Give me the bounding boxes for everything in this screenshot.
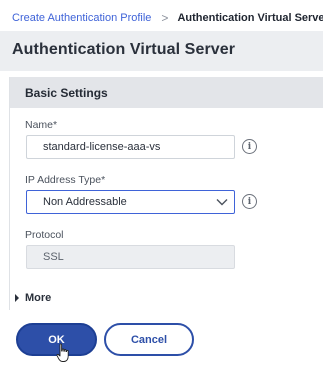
chevron-down-icon bbox=[215, 195, 229, 209]
basic-settings-panel: Basic Settings Name* i IP Address Type* … bbox=[9, 77, 323, 310]
more-label: More bbox=[25, 292, 52, 304]
name-input[interactable] bbox=[26, 135, 235, 159]
cancel-button[interactable]: Cancel bbox=[104, 323, 194, 356]
hand-cursor-icon bbox=[56, 343, 69, 362]
info-icon[interactable]: i bbox=[242, 194, 257, 209]
page-title: Authentication Virtual Server bbox=[12, 41, 236, 58]
breadcrumb-link-create-authentication-profile[interactable]: Create Authentication Profile bbox=[12, 12, 151, 24]
protocol-label: Protocol bbox=[25, 229, 64, 241]
breadcrumb: Create Authentication Profile > Authenti… bbox=[12, 10, 323, 26]
protocol-value: SSL bbox=[43, 251, 64, 263]
ip-address-type-select[interactable]: Non Addressable bbox=[26, 190, 235, 214]
protocol-field: SSL bbox=[26, 245, 235, 269]
basic-settings-header: Basic Settings bbox=[10, 77, 323, 108]
name-label: Name* bbox=[25, 119, 58, 131]
ip-address-type-label: IP Address Type* bbox=[25, 174, 106, 186]
breadcrumb-separator: > bbox=[161, 11, 169, 25]
more-toggle[interactable]: More bbox=[15, 291, 51, 305]
breadcrumb-current: Authentication Virtual Server bbox=[177, 12, 323, 24]
triangle-right-icon bbox=[15, 294, 19, 302]
page-header: Authentication Virtual Server bbox=[0, 31, 323, 71]
info-icon[interactable]: i bbox=[242, 139, 257, 154]
ip-address-type-value: Non Addressable bbox=[43, 196, 127, 208]
section-title: Basic Settings bbox=[25, 86, 108, 100]
basic-settings-body: Name* i IP Address Type* Non Addressable… bbox=[10, 108, 323, 310]
